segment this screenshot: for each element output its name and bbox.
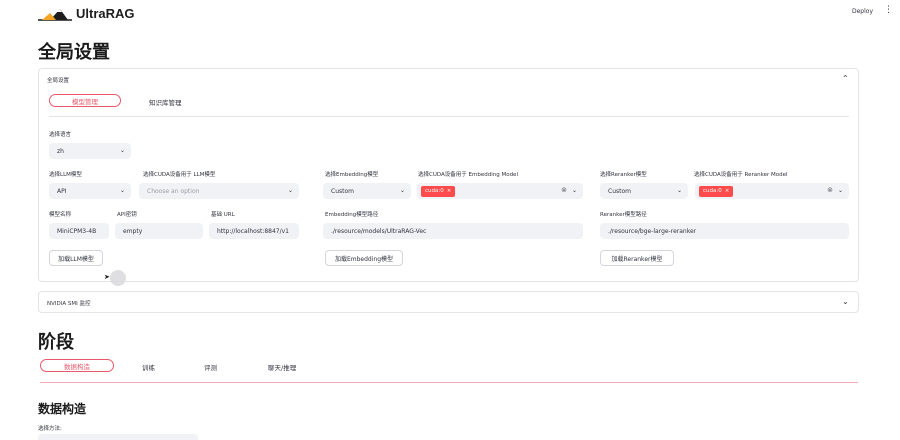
- reranker-path-input[interactable]: ./resource/bge-large-reranker: [600, 223, 849, 239]
- main-menu-icon[interactable]: ⋮: [884, 5, 893, 15]
- chevron-down-icon: ⌄: [571, 187, 577, 194]
- chevron-down-icon: ⌄: [676, 187, 682, 194]
- nvidia-smi-expander[interactable]: NVIDIA SMI 监控 ⌄: [38, 291, 859, 313]
- tab-model-management[interactable]: 模型管理: [49, 94, 121, 107]
- stage-title: 阶段: [38, 332, 74, 353]
- reranker-cuda-label: 选择CUDA设备用于 Reranker Model: [694, 172, 788, 178]
- api-key-label: API密钥: [117, 212, 137, 218]
- reranker-cuda-tag[interactable]: cuda:0 ×: [699, 185, 734, 197]
- chevron-down-icon: ⌄: [399, 187, 405, 194]
- reranker-model-label: 选择Reranker模型: [600, 172, 647, 178]
- expander-header[interactable]: 全局设置: [47, 76, 69, 84]
- embedding-model-select[interactable]: Custom ⌄: [323, 183, 411, 199]
- chevron-down-icon: ⌄: [119, 147, 125, 154]
- load-embedding-button[interactable]: 加载Embedding模型: [325, 250, 403, 266]
- llm-model-label: 选择LLM模型: [49, 172, 82, 178]
- deploy-button[interactable]: Deploy: [852, 8, 873, 15]
- embedding-cuda-multiselect[interactable]: cuda:0 × ⊗ ⌄: [417, 183, 583, 199]
- tab-training[interactable]: 训练: [142, 362, 155, 372]
- mountain-logo-icon: [38, 8, 72, 21]
- tag-remove-icon[interactable]: ×: [725, 188, 730, 194]
- llm-model-select[interactable]: API ⌄: [49, 183, 131, 199]
- embedding-model-label: 选择Embedding模型: [325, 172, 379, 178]
- chevron-down-icon[interactable]: ⌄: [842, 297, 849, 306]
- embedding-cuda-tag[interactable]: cuda:0 ×: [421, 185, 456, 197]
- base-url-input[interactable]: http://localhost:8847/v1: [209, 223, 299, 239]
- reranker-model-select[interactable]: Custom ⌄: [600, 183, 688, 199]
- cursor-highlight: [110, 270, 126, 286]
- llm-model-value: API: [57, 187, 67, 195]
- llm-cuda-label: 选择CUDA设备用于 LLM模型: [143, 172, 216, 178]
- llm-cuda-placeholder: Choose an option: [147, 187, 200, 195]
- llm-cuda-select[interactable]: Choose an option ⌄: [139, 183, 299, 199]
- reranker-cuda-tag-label: cuda:0: [703, 188, 722, 194]
- reranker-cuda-multiselect[interactable]: cuda:0 × ⊗ ⌄: [695, 183, 849, 199]
- model-name-value: MiniCPM3-4B: [57, 227, 97, 235]
- tab-evaluation[interactable]: 评测: [204, 362, 217, 372]
- app-logo[interactable]: UltraRAG: [38, 6, 135, 21]
- page-title: 全局设置: [38, 42, 110, 63]
- clear-icon[interactable]: ⊗: [827, 186, 833, 194]
- clear-icon[interactable]: ⊗: [561, 186, 567, 194]
- embedding-path-value: ./resource/models/UltraRAG-Vec: [331, 227, 427, 235]
- data-section-title: 数据构造: [38, 402, 87, 416]
- method-label: 选择方法:: [38, 426, 62, 432]
- model-name-label: 模型名称: [49, 212, 72, 218]
- method-select[interactable]: [38, 434, 198, 440]
- reranker-path-label: Reranker模型路径: [600, 212, 647, 218]
- embedding-path-input[interactable]: ./resource/models/UltraRAG-Vec: [323, 223, 583, 239]
- mouse-pointer-icon: ➤: [104, 273, 110, 281]
- chevron-down-icon: ⌄: [287, 187, 293, 194]
- tag-remove-icon[interactable]: ×: [447, 188, 452, 194]
- api-key-input[interactable]: empty: [115, 223, 203, 239]
- load-reranker-button[interactable]: 加载Reranker模型: [600, 250, 674, 266]
- embedding-path-label: Embedding模型路径: [325, 212, 379, 218]
- language-value: zh: [57, 147, 64, 155]
- embedding-cuda-label: 选择CUDA设备用于 Embedding Model: [418, 172, 518, 178]
- chevron-down-icon: ⌄: [837, 187, 843, 194]
- chevron-up-icon[interactable]: ⌃: [842, 74, 849, 83]
- language-label: 选择语言: [49, 132, 72, 138]
- reranker-path-value: ./resource/bge-large-reranker: [608, 227, 697, 235]
- base-url-value: http://localhost:8847/v1: [217, 227, 289, 235]
- global-settings-expander: 全局设置 ⌃ 模型管理 知识库管理 选择语言 zh ⌄ 选择LLM模型 选择CU…: [38, 68, 859, 282]
- model-name-input[interactable]: MiniCPM3-4B: [49, 223, 109, 239]
- chevron-down-icon: ⌄: [119, 187, 125, 194]
- language-select[interactable]: zh ⌄: [49, 143, 131, 159]
- nvidia-expander-header[interactable]: NVIDIA SMI 监控: [47, 299, 90, 307]
- reranker-model-value: Custom: [608, 187, 631, 195]
- embedding-model-value: Custom: [331, 187, 354, 195]
- app-logo-text: UltraRAG: [76, 6, 135, 21]
- tab-knowledge-base[interactable]: 知识库管理: [149, 97, 182, 107]
- tab-data-construction[interactable]: 数据构造: [40, 359, 114, 372]
- tab-chat-inference[interactable]: 聊天/推理: [268, 362, 296, 372]
- api-key-value: empty: [123, 227, 143, 235]
- load-llm-button[interactable]: 加载LLM模型: [49, 250, 103, 266]
- embedding-cuda-tag-label: cuda:0: [425, 188, 444, 194]
- base-url-label: 基础 URL: [211, 212, 235, 218]
- tab-divider: [49, 116, 849, 117]
- stage-tab-divider: [40, 382, 858, 383]
